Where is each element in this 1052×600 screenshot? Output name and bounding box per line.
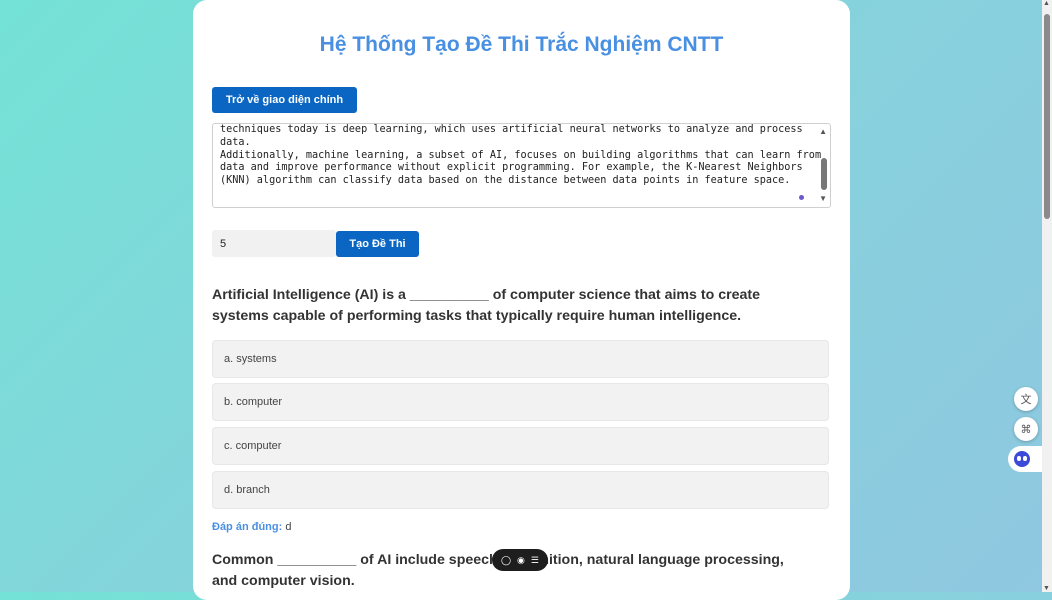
- scroll-down-arrow-icon[interactable]: ▼: [819, 194, 827, 203]
- copilot-icon: [1014, 451, 1030, 467]
- answer-option-d[interactable]: d. branch: [212, 471, 829, 509]
- floating-toolbar: ◯ ◉ ☰: [492, 549, 548, 571]
- source-text-line: data and improve performance without exp…: [220, 162, 803, 174]
- page-scroll-up-icon[interactable]: ▲: [1043, 0, 1050, 7]
- scroll-up-arrow-icon[interactable]: ▲: [819, 127, 827, 136]
- answer-option-a[interactable]: a. systems: [212, 340, 829, 378]
- correct-answer: Đáp án đúng: d: [212, 521, 291, 533]
- page-scrollbar-thumb[interactable]: [1044, 14, 1050, 219]
- source-text-line: Additionally, machine learning, a subset…: [220, 149, 822, 161]
- page-scrollbar[interactable]: ▲ ▼: [1042, 0, 1052, 592]
- correct-answer-label: Đáp án đúng:: [212, 521, 283, 533]
- question-count-input[interactable]: [212, 230, 336, 257]
- chat-icon[interactable]: ◯: [501, 555, 511, 566]
- source-text-line: techniques today is deep learning, which…: [220, 124, 803, 135]
- source-text-area[interactable]: techniques today is deep learning, which…: [212, 123, 831, 208]
- grammar-indicator-icon[interactable]: [799, 195, 804, 200]
- correct-answer-value: d: [285, 521, 292, 533]
- back-to-main-button[interactable]: Trở về giao diện chính: [212, 87, 357, 113]
- apps-icon[interactable]: ⌘: [1014, 417, 1038, 441]
- generate-exam-button[interactable]: Tạo Đề Thi: [336, 231, 419, 257]
- source-text-line: data.: [220, 136, 251, 148]
- answer-option-c[interactable]: c. computer: [212, 427, 829, 465]
- page-title: Hệ Thống Tạo Đề Thi Trắc Nghiệm CNTT: [319, 33, 724, 56]
- page-scroll-down-icon[interactable]: ▼: [1043, 585, 1050, 592]
- textarea-scrollbar-thumb[interactable]: [821, 158, 827, 190]
- source-text-content: techniques today is deep learning, which…: [220, 124, 822, 188]
- source-text-line: (KNN) algorithm can classify data based …: [220, 175, 791, 187]
- main-card: Hệ Thống Tạo Đề Thi Trắc Nghiệm CNTT Trở…: [193, 0, 850, 600]
- menu-icon[interactable]: ☰: [531, 555, 539, 566]
- question-text: Artificial Intelligence (AI) is a ______…: [212, 287, 761, 324]
- translate-icon[interactable]: 文: [1014, 387, 1038, 411]
- answer-option-b[interactable]: b. computer: [212, 383, 829, 421]
- copilot-button[interactable]: [1008, 446, 1044, 472]
- copy-icon[interactable]: ◉: [517, 555, 525, 566]
